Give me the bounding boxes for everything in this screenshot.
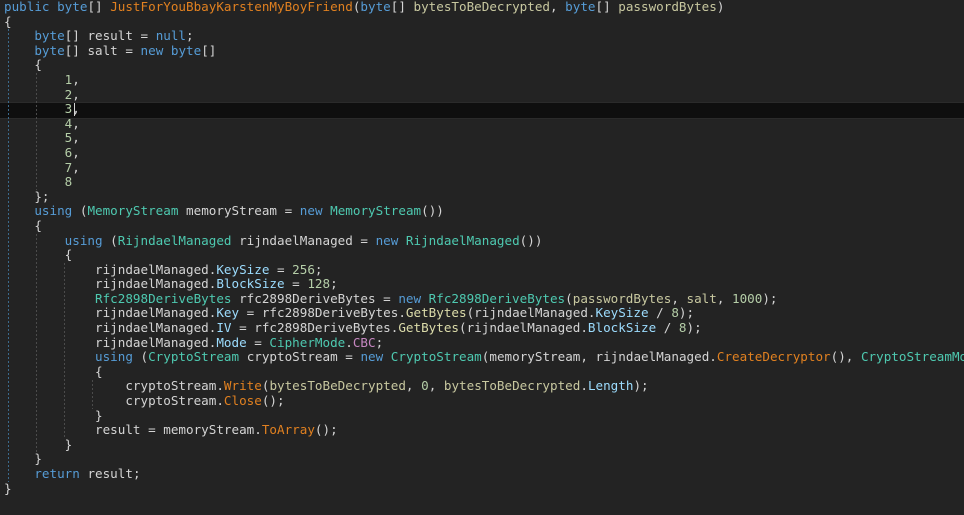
code-line: result = memoryStream.ToArray(); [0, 423, 964, 438]
code-line: { [0, 248, 964, 263]
code-line: { [0, 219, 964, 234]
code-line: return result; [0, 467, 964, 482]
code-line: using (CryptoStream cryptoStream = new C… [0, 350, 964, 365]
code-line: using (MemoryStream memoryStream = new M… [0, 204, 964, 219]
code-line: { [0, 58, 964, 73]
code-line: 4, [0, 117, 964, 132]
code-line: { [0, 365, 964, 380]
code-line: } [0, 409, 964, 424]
code-line: byte[] result = null; [0, 29, 964, 44]
code-line: }; [0, 190, 964, 205]
code-line: 1, [0, 73, 964, 88]
code-line: Rfc2898DeriveBytes rfc2898DeriveBytes = … [0, 292, 964, 307]
code-line: using (RijndaelManaged rijndaelManaged =… [0, 234, 964, 249]
code-content[interactable]: public byte[] JustForYouBbayKarstenMyBoy… [0, 0, 964, 496]
code-line: 2, [0, 88, 964, 103]
code-line: 7, [0, 161, 964, 176]
code-line: rijndaelManaged.IV = rfc2898DeriveBytes.… [0, 321, 964, 336]
code-line: rijndaelManaged.BlockSize = 128; [0, 277, 964, 292]
code-line: 5, [0, 131, 964, 146]
code-line: rijndaelManaged.Mode = CipherMode.CBC; [0, 336, 964, 351]
code-line: 3, [0, 102, 964, 117]
code-line: } [0, 482, 964, 497]
text-caret [74, 103, 75, 116]
code-line: } [0, 438, 964, 453]
code-line: public byte[] JustForYouBbayKarstenMyBoy… [0, 0, 964, 15]
code-line: rijndaelManaged.KeySize = 256; [0, 263, 964, 278]
code-line: cryptoStream.Write(bytesToBeDecrypted, 0… [0, 379, 964, 394]
code-line: 6, [0, 146, 964, 161]
code-line: 8 [0, 175, 964, 190]
code-line: rijndaelManaged.Key = rfc2898DeriveBytes… [0, 306, 964, 321]
code-line: } [0, 452, 964, 467]
code-line: byte[] salt = new byte[] [0, 44, 964, 59]
code-editor[interactable]: public byte[] JustForYouBbayKarstenMyBoy… [0, 0, 964, 515]
code-line: cryptoStream.Close(); [0, 394, 964, 409]
code-line: { [0, 15, 964, 30]
